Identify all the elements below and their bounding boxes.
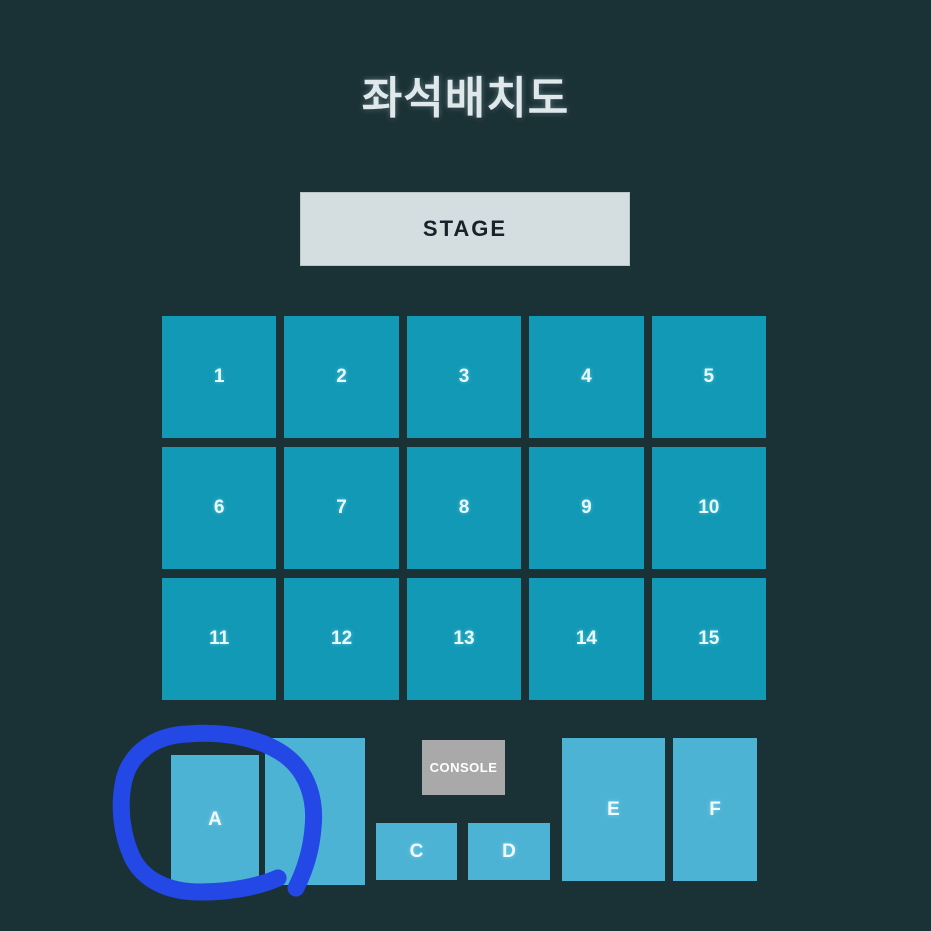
seat-block-12[interactable]: 12 [284, 578, 399, 700]
console-label: CONSOLE [429, 760, 498, 775]
seat-zone-a[interactable]: A [171, 755, 259, 885]
seat-block-4[interactable]: 4 [529, 316, 644, 438]
seat-zone-d[interactable]: D [468, 823, 550, 880]
stage-label: STAGE [422, 216, 508, 241]
seat-zone-c[interactable]: C [376, 823, 457, 880]
stage-block: STAGE [300, 192, 630, 266]
seat-block-14[interactable]: 14 [529, 578, 644, 700]
seat-block-8[interactable]: 8 [406, 447, 522, 569]
seating-chart-page: 좌석배치도 STAGE 1 2 3 4 5 6 7 8 9 10 11 12 1… [0, 0, 931, 931]
numbered-seat-grid: 1 2 3 4 5 6 7 8 9 10 11 12 13 14 15 [162, 316, 766, 700]
seat-block-13[interactable]: 13 [406, 578, 522, 700]
seat-zone-f[interactable]: F [673, 738, 757, 881]
seat-block-7[interactable]: 7 [284, 447, 399, 569]
seat-block-6[interactable]: 6 [162, 447, 277, 569]
seat-zone-b[interactable] [265, 738, 365, 885]
seat-block-10[interactable]: 10 [651, 447, 766, 569]
seat-block-5[interactable]: 5 [651, 316, 766, 438]
seat-block-3[interactable]: 3 [406, 316, 522, 438]
seat-block-9[interactable]: 9 [529, 447, 644, 569]
seat-block-15[interactable]: 15 [651, 578, 766, 700]
seat-zone-e[interactable]: E [562, 738, 665, 881]
page-title: 좌석배치도 [361, 74, 570, 123]
seat-block-2[interactable]: 2 [284, 316, 399, 438]
seat-block-1[interactable]: 1 [162, 316, 277, 438]
seat-block-11[interactable]: 11 [162, 578, 277, 700]
console-block: CONSOLE [422, 740, 505, 795]
